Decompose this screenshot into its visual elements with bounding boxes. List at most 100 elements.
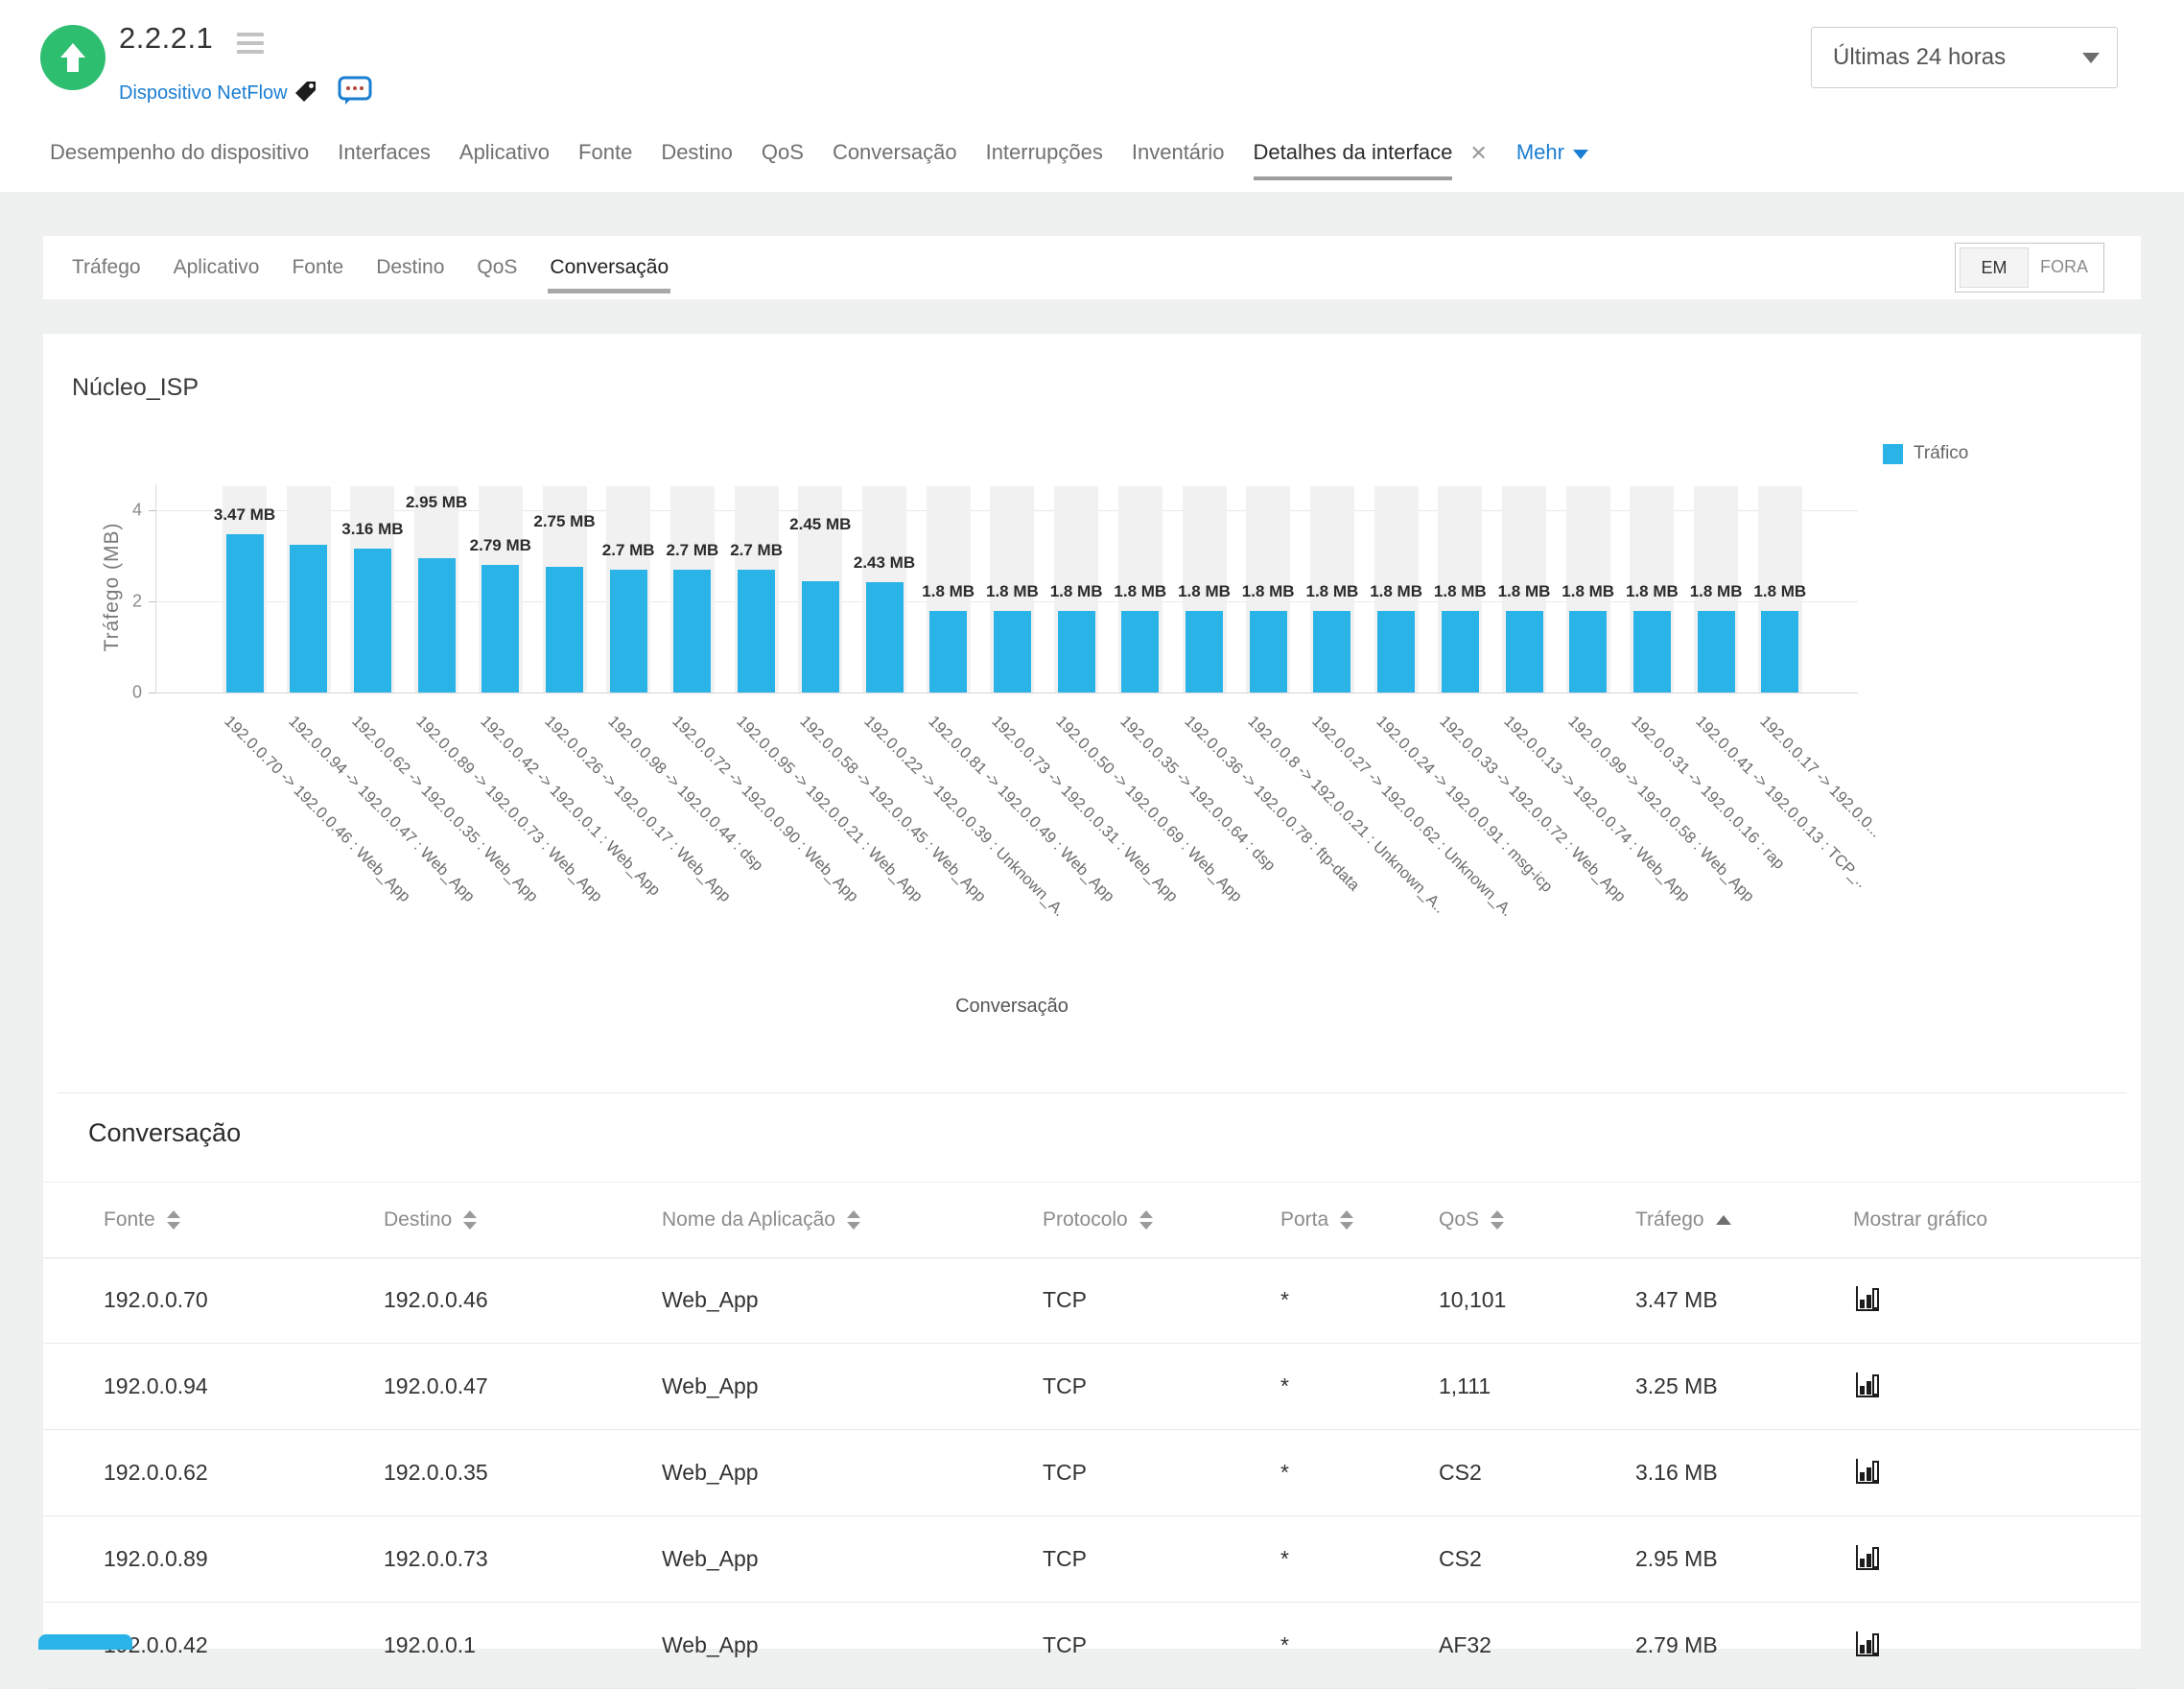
chart-title: Núcleo_ISP [72,374,200,401]
traffic-bar[interactable] [1632,610,1671,692]
device-type-link[interactable]: Dispositivo NetFlow [119,82,288,105]
sort-arrows-icon[interactable] [1139,1210,1153,1230]
column-header-label: Mostrar gráfico [1853,1208,1988,1231]
traffic-bar[interactable] [1057,610,1095,692]
bar-value-label: 2.7 MB [666,540,719,559]
traffic-bar[interactable] [481,565,520,692]
sort-arrows-icon[interactable] [1491,1210,1505,1230]
traffic-bar[interactable] [1697,610,1735,692]
traffic-bar[interactable] [1441,610,1479,692]
bar-chart-icon[interactable] [1853,1630,1882,1663]
bar-value-label: 1.8 MB [985,581,1039,600]
nav-more-menu[interactable]: Mehr [1516,140,1588,165]
traffic-bar[interactable] [801,580,839,692]
sort-down-icon [463,1222,478,1230]
bar-chart-icon[interactable] [1853,1284,1882,1318]
table-row: 192.0.0.94 192.0.0.47 Web_App TCP * 1,111 3.25… [43,1343,2141,1430]
traffic-bar[interactable] [546,567,583,692]
nav-tab-1[interactable]: Desempenho do dispositivo [50,140,309,180]
cell-qos: 10,101 [1439,1287,1507,1312]
column-header-label: Tráfego [1635,1208,1704,1231]
bar-value-label: 3.47 MB [213,505,276,525]
traffic-bar[interactable] [1249,610,1287,692]
toggle-out-button[interactable]: FORA [2029,247,2100,286]
view-tab-4[interactable]: Destino [376,236,444,299]
traffic-bar[interactable] [290,544,328,692]
bar-chart-icon[interactable] [1853,1371,1882,1404]
bar-chart-icon[interactable] [1853,1457,1882,1490]
column-header-5[interactable]: Porta [1280,1183,1354,1257]
sort-arrows-icon[interactable] [1340,1210,1354,1230]
column-header-1[interactable]: Fonte [104,1183,180,1257]
column-header-label: Porta [1280,1208,1329,1231]
nav-tab-7[interactable]: Conversação [833,140,957,180]
column-header-4[interactable]: Protocolo [1043,1183,1153,1257]
view-tab-1[interactable]: Tráfego [72,236,141,299]
column-header-label: Fonte [104,1208,155,1231]
x-axis-title: Conversação [955,996,1069,1017]
column-header-7[interactable]: Tráfego [1635,1183,1731,1257]
traffic-bar[interactable] [609,569,647,692]
cell-qos: AF32 [1439,1632,1491,1657]
comment-icon[interactable] [338,76,372,106]
cell-nome-da-aplica-o: Web_App [662,1632,759,1657]
traffic-bar[interactable] [865,581,904,692]
main-nav: Desempenho do dispositivo Interfaces Aplic… [50,140,1588,180]
traffic-bar[interactable] [1569,610,1608,692]
cell-porta: * [1280,1373,1289,1398]
bar-value-label: 1.8 MB [1049,581,1103,600]
nav-tab-10[interactable]: Detalhes da interface [1253,140,1452,180]
nav-tab-4[interactable]: Fonte [578,140,632,180]
traffic-bar[interactable] [673,569,712,692]
view-tab-2[interactable]: Aplicativo [174,236,260,299]
time-range-dropdown[interactable]: Últimas 24 horas [1811,27,2118,88]
nav-tab-8[interactable]: Interrupções [986,140,1103,180]
sort-arrows-icon[interactable] [846,1210,860,1230]
traffic-bar[interactable] [1761,610,1799,692]
cell-porta: * [1280,1287,1289,1312]
traffic-bar[interactable] [1377,610,1416,692]
view-tab-5[interactable]: QoS [477,236,517,299]
sort-arrows-icon[interactable] [166,1210,180,1230]
column-header-label: Protocolo [1043,1208,1128,1231]
traffic-bar[interactable] [1505,610,1543,692]
traffic-bar[interactable] [225,534,264,692]
cell-nome-da-aplica-o: Web_App [662,1287,759,1312]
table-row: 192.0.0.42 192.0.0.1 Web_App TCP * AF32 2.79 M… [43,1602,2141,1689]
bar-value-label: 2.75 MB [533,512,596,531]
view-tab-6[interactable]: Conversação [548,236,670,299]
hamburger-icon[interactable] [237,33,266,59]
bar-value-label: 1.8 MB [1178,581,1231,600]
floating-button-partial[interactable] [38,1634,132,1650]
chart-legend[interactable]: Tráfico [1883,443,1968,464]
cell-nome-da-aplica-o: Web_App [662,1460,759,1485]
nav-tab-3[interactable]: Aplicativo [459,140,550,180]
traffic-bar[interactable] [993,610,1031,692]
nav-tab-9[interactable]: Inventário [1132,140,1225,180]
traffic-bar[interactable] [1121,610,1160,692]
nav-tab-2[interactable]: Interfaces [338,140,431,180]
traffic-bar[interactable] [1313,610,1351,692]
bar-value-label: 2.7 MB [601,540,655,559]
nav-tab-6[interactable]: QoS [762,140,804,180]
time-range-value: Últimas 24 horas [1833,44,2007,70]
traffic-bar[interactable] [929,610,968,692]
tag-icon[interactable] [291,77,319,106]
traffic-bar[interactable] [1186,610,1223,692]
traffic-bar[interactable] [353,548,391,692]
column-header-3[interactable]: Nome da Aplicação [662,1183,860,1257]
nav-tab-5[interactable]: Destino [661,140,733,180]
column-header-2[interactable]: Destino [384,1183,478,1257]
y-tick-label: 4 [131,500,142,520]
close-icon[interactable]: ✕ [1469,140,1487,166]
bar-chart-icon[interactable] [1853,1543,1882,1577]
traffic-bar[interactable] [738,569,776,692]
bar-value-label: 1.8 MB [1497,581,1551,600]
nav-more-label: Mehr [1515,140,1564,164]
top-header: 2.2.2.1 Dispositivo NetFlow Últimas 24 h… [0,0,2184,192]
column-header-6[interactable]: QoS [1439,1183,1505,1257]
traffic-bar[interactable] [417,557,456,692]
sort-arrows-icon[interactable] [463,1210,478,1230]
toggle-in-button[interactable]: EM [1959,247,2029,288]
view-tab-3[interactable]: Fonte [292,236,343,299]
